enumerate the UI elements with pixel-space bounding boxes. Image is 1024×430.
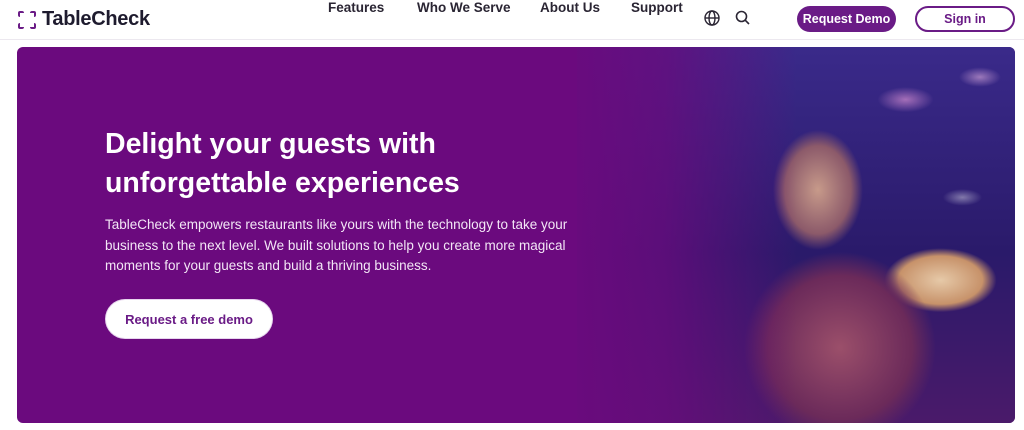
- logo-mark-icon: [18, 10, 36, 29]
- nav-item-support[interactable]: Support: [631, 0, 683, 15]
- hero-title: Delight your guests with unforgettable e…: [105, 128, 460, 199]
- hero-gradient-overlay: [557, 47, 797, 423]
- nav-item-who-we-serve[interactable]: Who We Serve: [417, 0, 511, 15]
- search-icon[interactable]: [734, 9, 754, 29]
- request-demo-button[interactable]: Request Demo: [797, 6, 896, 32]
- sign-in-button[interactable]: Sign in: [915, 6, 1015, 32]
- site-header: TableCheck Features Who We Serve About U…: [0, 0, 1024, 40]
- tablecheck-logo[interactable]: TableCheck: [18, 8, 150, 31]
- hero-description: TableCheck empowers restaurants like you…: [105, 217, 568, 273]
- nav-item-about-us[interactable]: About Us: [540, 0, 600, 15]
- globe-icon[interactable]: [703, 9, 723, 29]
- hero-banner: Delight your guests with unforgettable e…: [17, 47, 1015, 423]
- request-free-demo-button[interactable]: Request a free demo: [106, 300, 272, 338]
- nav-item-features[interactable]: Features: [328, 0, 384, 15]
- logo-text: TableCheck: [42, 8, 150, 30]
